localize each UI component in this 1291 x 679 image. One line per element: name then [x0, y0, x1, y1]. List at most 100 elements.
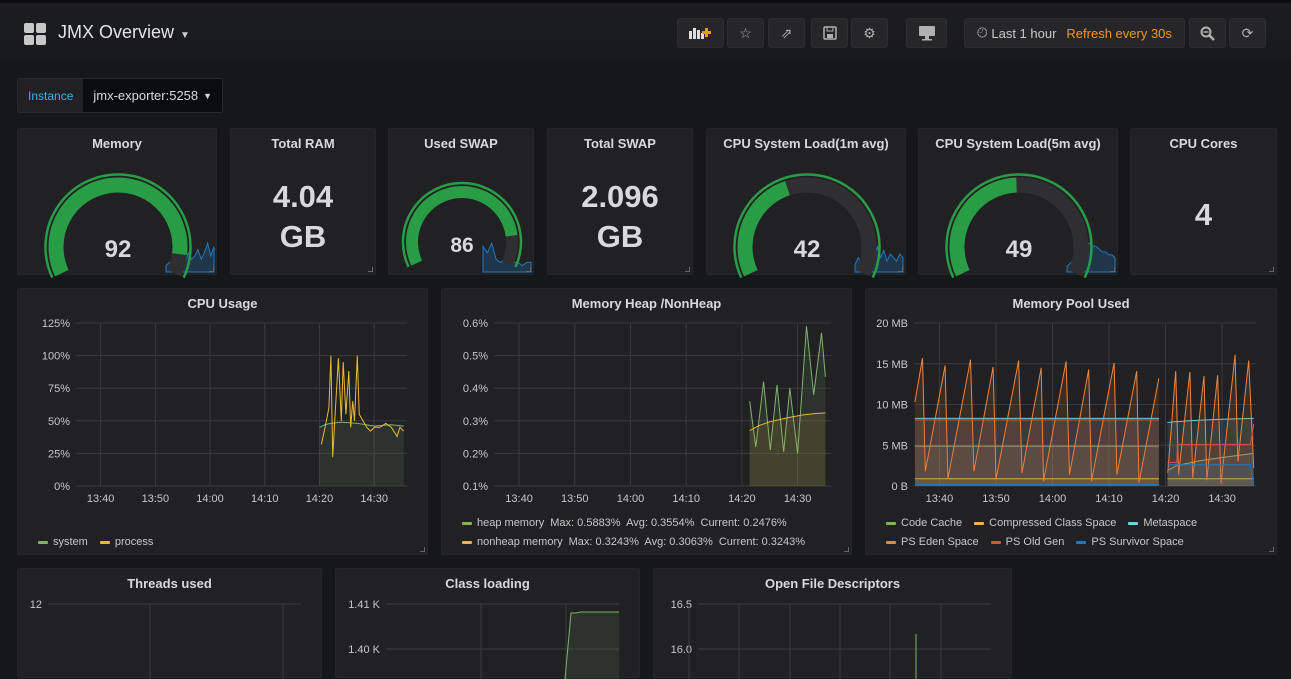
y-tick-label: 0.2%: [463, 448, 488, 460]
instance-variable-select[interactable]: jmx-exporter:5258 ▼: [83, 79, 223, 112]
save-dashboard-button[interactable]: [811, 18, 848, 48]
x-tick-label: 14:30: [784, 493, 812, 505]
y-tick-label: 12: [30, 599, 42, 611]
x-tick-label: 13:50: [142, 493, 170, 505]
resize-handle[interactable]: [1269, 267, 1274, 272]
legend-item[interactable]: Code Cache: [886, 517, 962, 529]
monitor-icon: [918, 26, 935, 41]
y-tick-label: 50%: [48, 416, 70, 428]
legend-label: process: [114, 536, 154, 548]
graph-panel[interactable]: CPU Usage 0% 25% 50% 75% 100% 125% 13:40 13:50 14…: [17, 288, 428, 555]
x-tick-label: 14:10: [672, 493, 700, 505]
caret-down-icon: ▼: [203, 90, 213, 101]
zoom-out-icon: [1200, 26, 1215, 41]
x-tick-label: 14:10: [1095, 493, 1123, 505]
y-tick-label: 0.3%: [463, 416, 488, 428]
y-tick-label: 25%: [48, 448, 70, 460]
legend-item[interactable]: PS Old Gen: [990, 536, 1064, 548]
resize-handle[interactable]: [420, 547, 425, 552]
gauge-value: 92: [105, 236, 132, 263]
time-picker-button[interactable]: 🕘︎ Last 1 hour Refresh every 30s: [964, 18, 1185, 48]
refresh-button[interactable]: ⟳: [1229, 18, 1266, 48]
stat-panel[interactable]: CPU System Load(5m avg) 49: [918, 128, 1118, 279]
resize-handle[interactable]: [368, 267, 373, 272]
legend-item[interactable]: system: [38, 536, 88, 548]
stat-panel[interactable]: Memory 92: [17, 128, 217, 279]
legend-item[interactable]: PS Eden Space: [886, 536, 979, 548]
graph-plot: 12: [30, 599, 301, 679]
legend-item[interactable]: Compressed Class Space: [974, 517, 1116, 529]
x-tick-label: 14:30: [1208, 493, 1236, 505]
legend-item[interactable]: process: [99, 536, 154, 548]
legend-swatch: [38, 540, 48, 544]
x-tick-label: 14:00: [1039, 493, 1067, 505]
dashboard-title-picker[interactable]: JMX Overview ▼: [58, 22, 190, 43]
graph-panel[interactable]: Memory Heap /NonHeap 0.1% 0.2% 0.3% 0.4% 0.5%…: [441, 288, 852, 555]
share-dashboard-button[interactable]: ⇗: [768, 18, 805, 48]
legend-swatch: [99, 540, 110, 544]
add-panel-button[interactable]: [677, 18, 724, 48]
graph-panel[interactable]: Threads used 12: [17, 568, 322, 679]
stat-panel[interactable]: CPU Cores 4: [1130, 128, 1277, 275]
legend: PS Eden Space PS Old Gen PS Survivor Space: [886, 536, 1196, 548]
legend-swatch: [886, 521, 896, 525]
settings-button[interactable]: ⚙: [851, 18, 888, 48]
gauge: 49: [945, 173, 1116, 279]
legend-item[interactable]: Metaspace: [1128, 517, 1197, 529]
y-tick-label: 20 MB: [876, 318, 908, 330]
legend-item[interactable]: heap memory Max: 0.5883% Avg: 0.3554% Cur…: [462, 517, 787, 529]
legend-item[interactable]: PS Survivor Space: [1076, 536, 1184, 548]
instance-variable-value: jmx-exporter:5258: [93, 88, 199, 103]
gauge-value: 86: [450, 234, 473, 257]
legend-label: Metaspace: [1143, 517, 1198, 529]
graph-plot: 0 B 5 MB 10 MB 15 MB 20 MB 13:40 13:50 14:00 14:…: [876, 318, 1256, 505]
resize-handle[interactable]: [1269, 547, 1274, 552]
dashboard-grid-icon[interactable]: [24, 23, 46, 45]
y-tick-label: 0 B: [891, 481, 908, 493]
series-area: [1167, 464, 1254, 486]
graph-panel[interactable]: Open File Descriptors 16.5 16.0: [653, 568, 1012, 679]
stat-panel[interactable]: Total SWAP 2.096 GB: [547, 128, 693, 275]
x-tick-label: 13:40: [87, 493, 115, 505]
stat-panel[interactable]: Used SWAP 86: [388, 128, 534, 275]
resize-handle[interactable]: [1110, 267, 1115, 272]
series-area: [914, 420, 1159, 486]
legend: Code Cache Compressed Class Space Metaspac…: [886, 517, 1209, 529]
legend-swatch: [990, 540, 1001, 544]
resize-handle[interactable]: [844, 547, 849, 552]
y-tick-label: 0.6%: [463, 318, 488, 330]
legend-label: PS Eden Space: [901, 536, 979, 548]
x-tick-label: 14:20: [306, 493, 334, 505]
y-tick-label: 75%: [48, 383, 70, 395]
gauge-value: 42: [794, 236, 821, 263]
panel-title: Total SWAP: [584, 136, 656, 151]
resize-handle[interactable]: [209, 267, 214, 272]
stat-panel[interactable]: Total RAM 4.04 GB: [230, 128, 376, 275]
star-dashboard-button[interactable]: ☆: [727, 18, 764, 48]
legend-stats: Max: 0.5883% Avg: 0.3554% Current: 0.247…: [550, 517, 787, 529]
gear-icon: ⚙: [863, 24, 876, 41]
legend-swatch: [974, 521, 985, 525]
y-tick-label: 15 MB: [876, 359, 908, 371]
add-panel-icon: [689, 28, 711, 39]
resize-handle[interactable]: [898, 267, 903, 272]
resize-handle[interactable]: [526, 267, 531, 272]
legend-item[interactable]: nonheap memory Max: 0.3243% Avg: 0.3063% …: [462, 536, 805, 548]
graph-panel[interactable]: Memory Pool Used 0 B5 MB 10 MB 15 MB 20 MB 13…: [865, 288, 1277, 555]
tv-mode-button[interactable]: [906, 18, 947, 48]
stat-panel[interactable]: CPU System Load(1m avg) 42: [706, 128, 906, 279]
series-area: [565, 612, 619, 679]
panel-title: Total RAM: [271, 136, 335, 151]
graph-plot: 1.41 K 1.40 K: [348, 599, 619, 679]
y-tick-label: 0.5%: [463, 351, 488, 363]
zoom-out-button[interactable]: [1189, 18, 1226, 48]
x-tick-label: 13:40: [505, 493, 533, 505]
star-icon: ☆: [739, 24, 752, 41]
resize-handle[interactable]: [685, 267, 690, 272]
x-tick-label: 14:20: [1152, 493, 1180, 505]
y-tick-label: 0.4%: [463, 383, 488, 395]
refresh-interval-label: Refresh every 30s: [1066, 25, 1172, 41]
save-icon: [822, 26, 837, 40]
graph-panel[interactable]: Class loading 1.41 K 1.40 K: [335, 568, 640, 679]
gauge: 42: [733, 173, 904, 279]
